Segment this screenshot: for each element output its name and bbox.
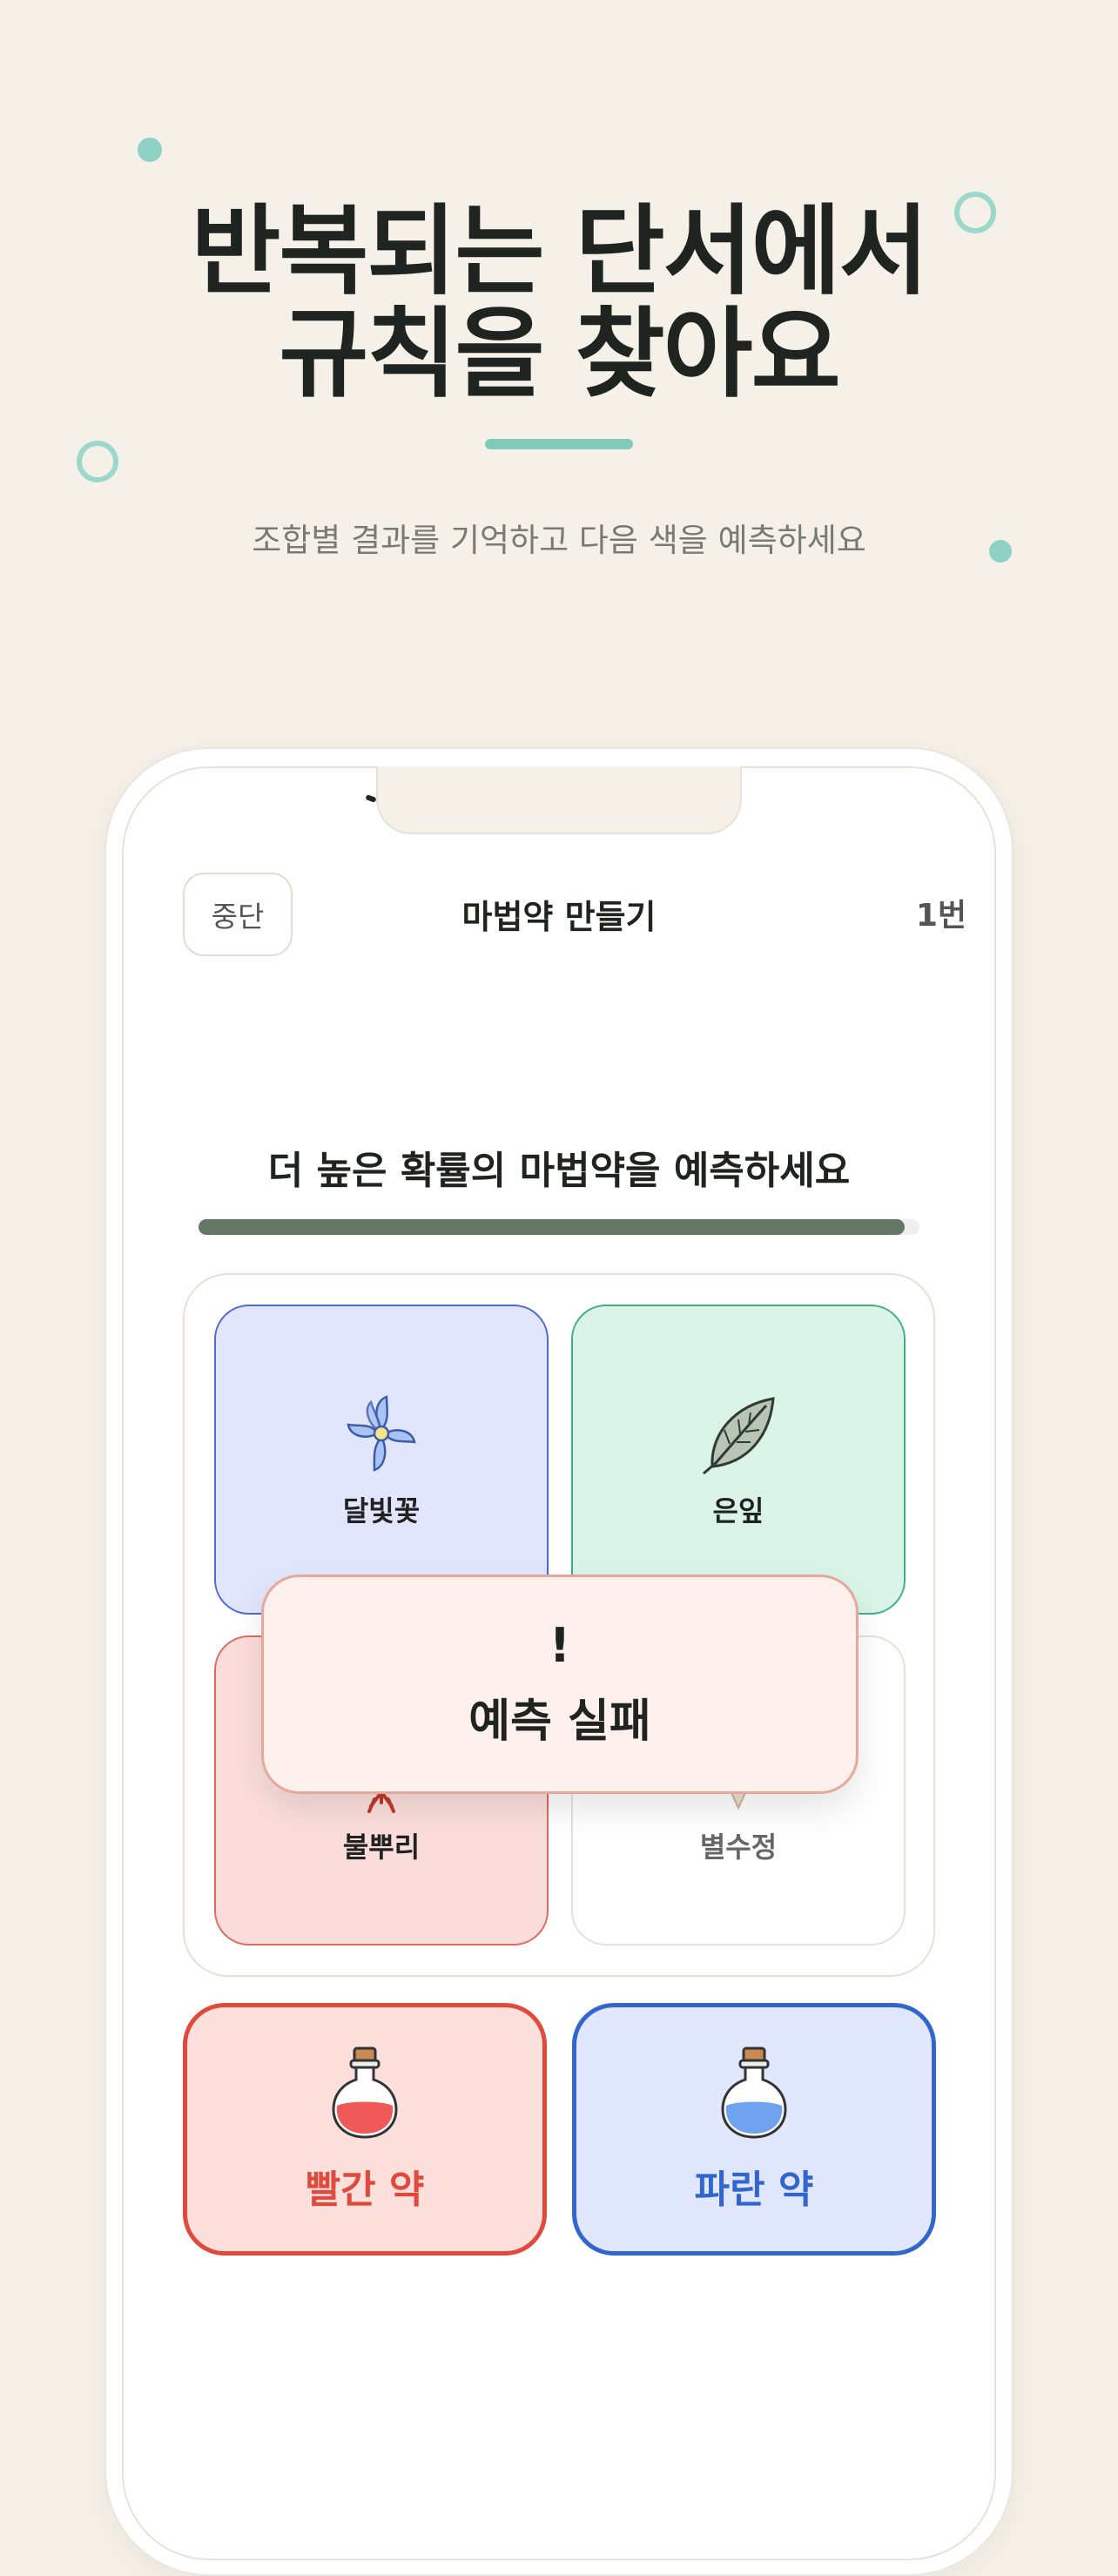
decor-dot-topleft <box>138 138 162 162</box>
ingredient-label: 별수정 <box>699 1831 778 1864</box>
silver-leaf-icon <box>703 1397 775 1475</box>
blue-potion-icon <box>721 2047 787 2139</box>
phone-notch <box>376 766 742 834</box>
progress-bar <box>199 1219 919 1235</box>
moonflower-icon <box>347 1395 416 1472</box>
subtitle: 조합별 결과를 기억하고 다음 색을 예측하세요 <box>252 522 866 559</box>
ingredient-card-moonflower: 달빛꽃 <box>214 1305 549 1615</box>
ingredient-label: 은잎 <box>712 1494 764 1527</box>
question-text: 더 높은 확률의 마법약을 예측하세요 <box>267 1149 851 1193</box>
headline-underline <box>485 439 633 449</box>
headline: 반복되는 단서에서 규칙을 찾아요 <box>0 200 1118 406</box>
ingredient-label: 달빛꽃 <box>342 1494 421 1527</box>
red-potion-label: 빨간 약 <box>305 2168 425 2212</box>
round-counter: 1번 <box>915 898 966 934</box>
toast-message: 예측 실패 <box>468 1695 651 1748</box>
blue-potion-button[interactable]: 파란 약 <box>572 2003 936 2256</box>
decor-ring-left <box>77 441 118 482</box>
ingredient-label: 불뿌리 <box>342 1831 421 1864</box>
progress-fill <box>199 1219 906 1235</box>
blue-potion-label: 파란 약 <box>694 2168 814 2212</box>
headline-line-2: 규칙을 찾아요 <box>279 298 840 411</box>
result-toast: ! 예측 실패 <box>261 1575 859 1794</box>
red-potion-button[interactable]: 빨간 약 <box>183 2003 547 2256</box>
red-potion-icon <box>332 2047 398 2139</box>
headline-line-1: 반복되는 단서에서 <box>191 195 928 308</box>
exclamation-icon: ! <box>549 1617 571 1673</box>
ingredient-card-silver-leaf: 은잎 <box>571 1305 906 1615</box>
